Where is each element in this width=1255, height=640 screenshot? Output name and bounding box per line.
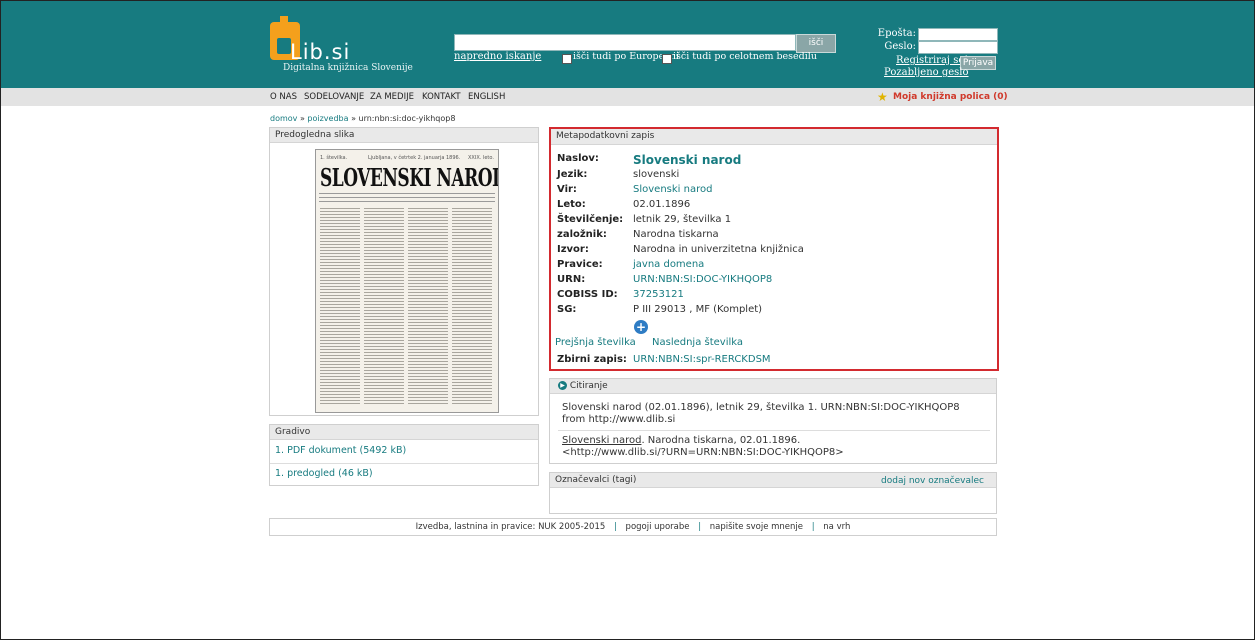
password-label: Geslo: [884, 41, 916, 52]
tags-panel: Označevalci (tagi) dodaj nov označevalec [549, 472, 997, 514]
footer-top-link[interactable]: na vrh [823, 522, 850, 532]
citation-toggle[interactable]: ▶ Citiranje [550, 379, 996, 394]
email-label: Epošta: [877, 28, 916, 39]
title-link[interactable]: Slovenski narod [633, 153, 741, 167]
fulltext-checkbox-label: išči tudi po celotnem besedilu [673, 51, 817, 62]
europeana-checkbox[interactable] [562, 54, 572, 64]
citation-text-2: Slovenski narod. Narodna tiskarna, 02.01… [562, 435, 844, 458]
fulltext-checkbox[interactable] [662, 54, 672, 64]
breadcrumb-home[interactable]: domov [270, 114, 297, 123]
cobiss-link[interactable]: 37253121 [633, 289, 684, 300]
citation-title: Citiranje [569, 381, 608, 391]
advanced-search-link[interactable]: napredno iskanje [454, 51, 541, 62]
breadcrumb-separator: » [299, 114, 305, 123]
nav-item-cooperation[interactable]: SODELOVANJE [304, 92, 364, 102]
collection-link[interactable]: URN:NBN:SI:spr-RERCKDSM [633, 354, 771, 365]
urn-link[interactable]: URN:NBN:SI:DOC-YIKHQOP8 [633, 274, 772, 285]
nav-item-about[interactable]: O NAS [270, 92, 297, 102]
footer-terms-link[interactable]: pogoji uporabe [626, 522, 690, 532]
password-field[interactable] [918, 41, 998, 54]
next-issue-link[interactable]: Naslednja številka [652, 337, 743, 348]
source-link[interactable]: Slovenski narod [633, 184, 712, 195]
logo-text[interactable]: Lib.si [290, 40, 350, 64]
breadcrumb: domov » poizvedba » urn:nbn:si:doc-yikhq… [270, 114, 455, 123]
metadata-panel-title: Metapodatkovni zapis [551, 129, 997, 145]
my-shelf-link[interactable]: Moja knjižna polica (0) [893, 92, 1008, 102]
citation-title-link[interactable]: Slovenski narod [562, 435, 641, 446]
metadata-panel: Metapodatkovni zapis Naslov: Slovenski na… [549, 127, 999, 371]
newspaper-masthead: SLOVENSKI NAROD. [320, 165, 499, 193]
site-footer: Izvedba, lastnina in pravice: NUK 2005-2… [269, 518, 997, 536]
rights-link[interactable]: javna domena [633, 259, 704, 270]
preview-panel-title: Predogledna slika [270, 128, 538, 143]
footer-credits: Izvedba, lastnina in pravice: NUK 2005-2… [415, 522, 606, 532]
nav-item-english[interactable]: ENGLISH [468, 92, 505, 102]
star-icon: ★ [877, 90, 888, 104]
preview-image-link[interactable]: 1. predogled (46 kB) [275, 468, 373, 479]
footer-feedback-link[interactable]: napišite svoje mnenje [710, 522, 803, 532]
nav-item-media[interactable]: ZA MEDIJE [370, 92, 414, 102]
search-input[interactable] [454, 34, 796, 51]
citation-panel: ▶ Citiranje Slovenski narod (02.01.1896)… [549, 378, 997, 464]
previous-issue-link[interactable]: Prejšnja številka [555, 337, 636, 348]
nav-item-contact[interactable]: KONTAKT [422, 92, 461, 102]
logo-subtitle: Digitalna knjižnica Slovenije [283, 63, 413, 73]
expand-plus-icon[interactable]: + [634, 320, 648, 334]
breadcrumb-search[interactable]: poizvedba [307, 114, 348, 123]
add-tag-link[interactable]: dodaj nov označevalec [881, 476, 984, 486]
breadcrumb-current: urn:nbn:si:doc-yikhqop8 [358, 114, 456, 123]
materials-panel-title: Gradivo [270, 425, 538, 440]
breadcrumb-separator: » [351, 114, 356, 123]
expand-arrow-icon: ▶ [558, 381, 567, 390]
pdf-document-link[interactable]: 1. PDF dokument (5492 kB) [275, 445, 406, 456]
newspaper-preview-image[interactable]: 1. številka. Ljubljana, v četrtek 2. jan… [315, 149, 499, 413]
materials-panel: Gradivo 1. PDF dokument (5492 kB) 1. pre… [269, 424, 539, 486]
citation-text: Slovenski narod (02.01.1896), letnik 29,… [562, 402, 960, 425]
register-link[interactable]: Registriraj se! [896, 55, 968, 66]
email-field[interactable] [918, 28, 998, 41]
forgot-password-link[interactable]: Pozabljeno geslo [884, 67, 969, 78]
nav-bar [1, 88, 1254, 106]
